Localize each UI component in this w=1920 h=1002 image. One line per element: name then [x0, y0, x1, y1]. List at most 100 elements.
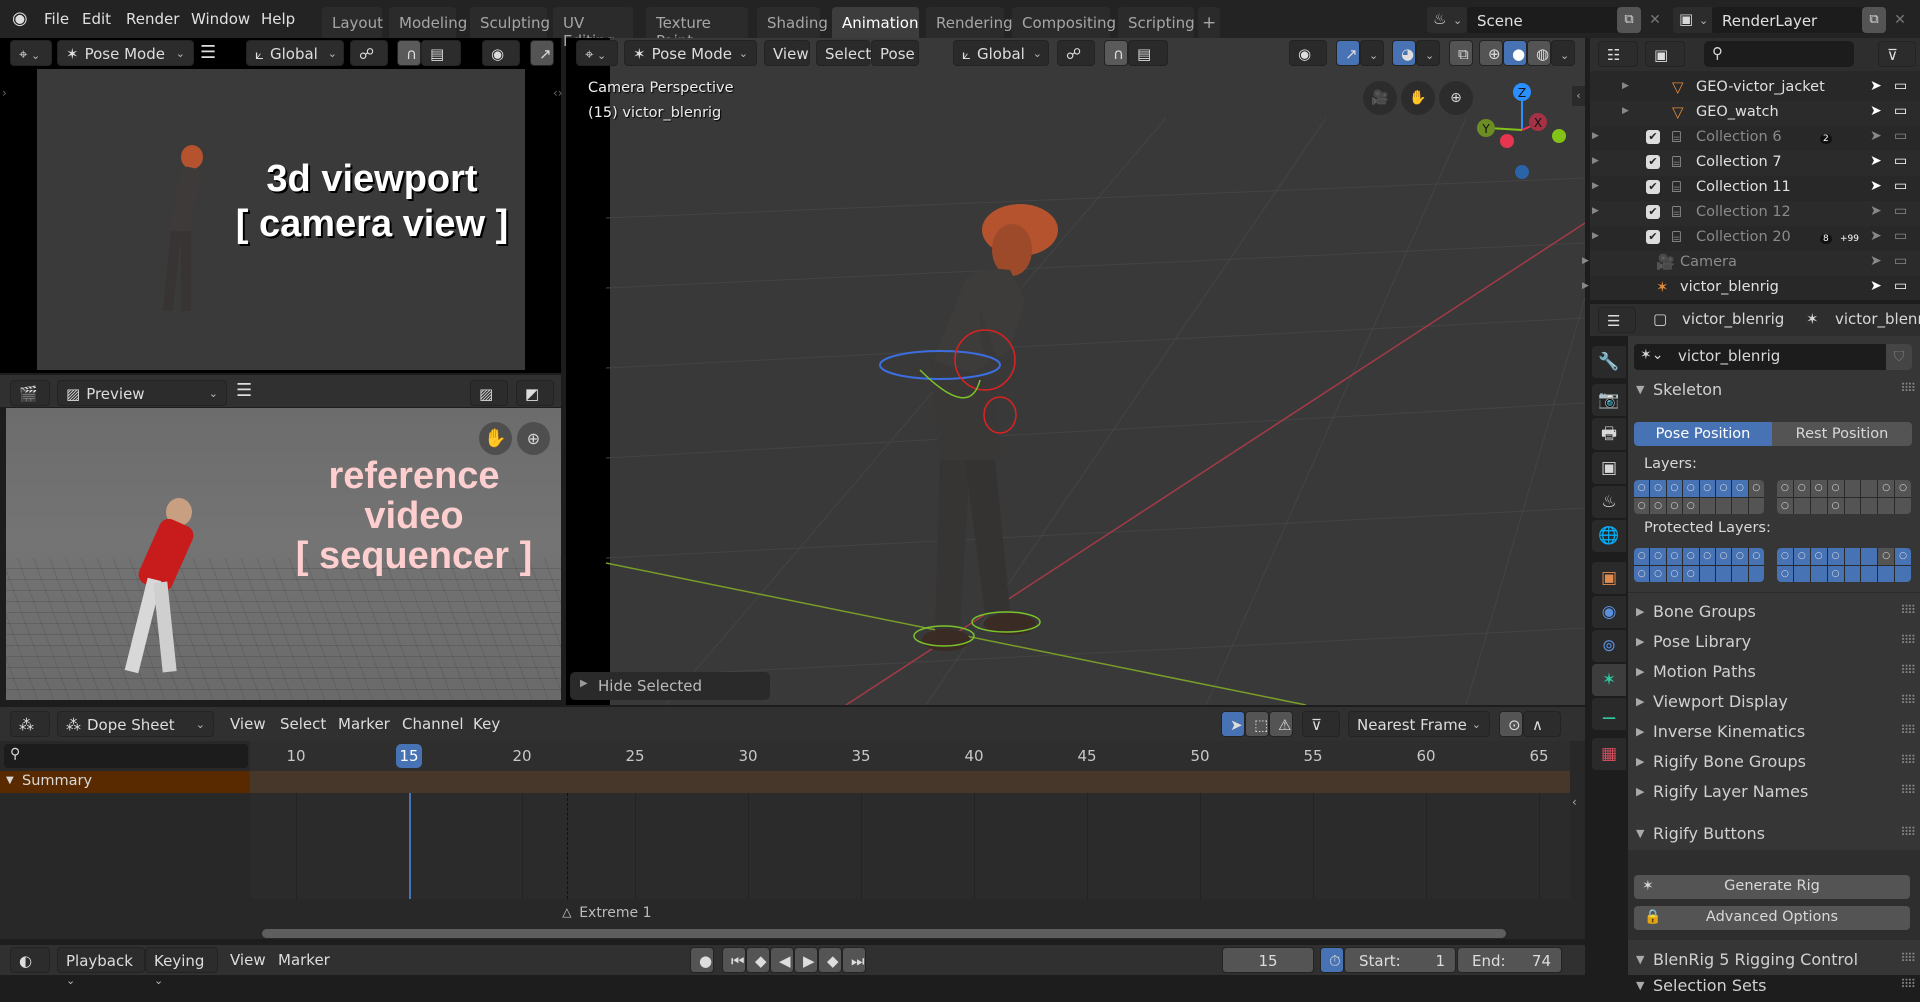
layer-toggle[interactable]: ○: [1650, 565, 1666, 582]
bone-tab-icon[interactable]: ⚊: [1592, 698, 1626, 730]
layer-toggle[interactable]: ○: [1827, 565, 1844, 582]
expand-arrow-icon[interactable]: ▶: [1622, 106, 1629, 116]
expand-arrow-icon[interactable]: ▶: [1592, 181, 1599, 191]
only-errors-toggle[interactable]: ⚠: [1269, 711, 1293, 737]
layers-grid-left[interactable]: ○ ○ ○ ○ ○ ○ ○ ○ ○ ○ ○ ○: [1634, 480, 1764, 514]
orientation-dropdown[interactable]: ⟀ Global ⌄: [246, 40, 344, 66]
expand-arrow-icon[interactable]: ▶: [1592, 206, 1599, 216]
layer-toggle[interactable]: [1715, 565, 1732, 582]
menu-window[interactable]: Window: [191, 10, 250, 28]
snap-toggle[interactable]: ∩: [397, 40, 421, 66]
shading-wireframe[interactable]: ⊕: [1479, 40, 1503, 66]
next-keyframe-button[interactable]: ◆: [818, 947, 842, 973]
layer-toggle[interactable]: ○: [1683, 480, 1699, 497]
show-hidden-toggle[interactable]: ⬚: [1245, 711, 1269, 737]
layer-toggle[interactable]: ○: [1699, 548, 1715, 565]
breadcrumb-object[interactable]: victor_blenrig: [1682, 310, 1784, 328]
new-scene-icon[interactable]: ⧉: [1617, 7, 1641, 33]
layer-toggle[interactable]: [1793, 565, 1810, 582]
layer-toggle[interactable]: ○: [1666, 497, 1683, 514]
layer-toggle[interactable]: ○: [1650, 497, 1666, 514]
outliner-row[interactable]: ▶ ▽ GEO-victor_jacket ➤ ▭: [1590, 76, 1920, 101]
tab-scripting[interactable]: Scripting: [1118, 7, 1195, 38]
start-frame-field[interactable]: Start: 1: [1344, 947, 1456, 973]
menu-marker[interactable]: Marker: [330, 711, 398, 737]
layer-toggle[interactable]: ○: [1699, 480, 1715, 497]
layer-toggle[interactable]: ○: [1683, 497, 1699, 514]
mode-dropdown[interactable]: ✶ Pose Mode ⌄: [57, 40, 194, 66]
menu-select[interactable]: Select: [816, 40, 871, 66]
orientation-dropdown[interactable]: ⟀ Global ⌄: [953, 40, 1049, 66]
panel-header[interactable]: ▶ Bone Groups ⠿⠿: [1628, 598, 1920, 628]
toolbar-expand-icon[interactable]: ›: [2, 86, 7, 100]
display-mode-dropdown[interactable]: ▣: [1645, 41, 1685, 67]
layer-toggle[interactable]: [1861, 565, 1878, 582]
playback-dropdown[interactable]: Playback ⌄: [57, 947, 145, 987]
layer-toggle[interactable]: [1732, 497, 1748, 514]
shading-solid[interactable]: ●: [1503, 40, 1527, 66]
layer-toggle[interactable]: [1895, 497, 1911, 514]
keyframe-area[interactable]: [250, 793, 1570, 899]
pivot-dropdown[interactable]: ☍: [1057, 40, 1095, 66]
render-tab-icon[interactable]: 📷: [1592, 384, 1626, 416]
snap-toggle[interactable]: ∩: [1104, 40, 1128, 66]
jump-end-button[interactable]: ⏭: [842, 947, 866, 973]
gizmo-toggle[interactable]: ↗: [1336, 40, 1360, 66]
select-arrow-icon[interactable]: ➤: [1870, 103, 1882, 119]
breadcrumb-data[interactable]: victor_blenrig: [1835, 310, 1920, 328]
scene-name-field[interactable]: Scene: [1467, 7, 1625, 33]
keying-dropdown[interactable]: Keying ⌄: [145, 947, 218, 987]
blender-logo-icon[interactable]: ◉: [12, 9, 32, 29]
tab-texture-paint[interactable]: Texture Paint: [646, 7, 748, 50]
layer-toggle[interactable]: ○: [1895, 548, 1911, 565]
proportional-edit-toggle[interactable]: ⊙: [1499, 711, 1523, 737]
view-layer-name-field[interactable]: RenderLayer: [1712, 7, 1872, 33]
xray-toggle[interactable]: ⧉: [1449, 40, 1473, 66]
layer-toggle[interactable]: [1810, 565, 1827, 582]
layer-toggle[interactable]: ○: [1634, 497, 1650, 514]
menu-view[interactable]: View: [222, 947, 274, 973]
play-reverse-button[interactable]: ◀: [770, 947, 794, 973]
sidebar-expand-icon[interactable]: ‹: [1572, 795, 1577, 809]
filter-dropdown[interactable]: ⊽: [1878, 41, 1916, 67]
layer-toggle[interactable]: [1810, 497, 1827, 514]
layer-toggle[interactable]: [1861, 480, 1878, 497]
layer-toggle[interactable]: [1844, 480, 1861, 497]
checkbox-icon[interactable]: ✔: [1646, 205, 1660, 219]
outliner-row[interactable]: ▶ 🎥 Camera ➤ ▭: [1582, 251, 1920, 276]
render-monitor-icon[interactable]: ▭: [1894, 103, 1907, 119]
proportional-falloff-dropdown[interactable]: ∧: [1523, 711, 1561, 737]
select-arrow-icon[interactable]: ➤: [1870, 128, 1882, 144]
layer-toggle[interactable]: [1844, 548, 1861, 565]
select-arrow-icon[interactable]: ➤: [1870, 253, 1882, 269]
layer-toggle[interactable]: ○: [1748, 480, 1764, 497]
layer-toggle[interactable]: ○: [1777, 565, 1793, 582]
prev-keyframe-button[interactable]: ◆: [746, 947, 770, 973]
render-monitor-icon[interactable]: ▭: [1894, 178, 1907, 194]
outliner-row[interactable]: ▶ ▽ GEO_watch ➤ ▭: [1590, 101, 1920, 126]
render-monitor-icon[interactable]: ▭: [1894, 278, 1907, 294]
menu-help[interactable]: Help: [261, 10, 295, 28]
layer-toggle[interactable]: ○: [1634, 480, 1650, 497]
expand-arrow-icon[interactable]: ▶: [1592, 156, 1599, 166]
layer-toggle[interactable]: ○: [1666, 565, 1683, 582]
layer-toggle[interactable]: ○: [1878, 480, 1895, 497]
scene-tab-icon[interactable]: ♨: [1592, 486, 1626, 518]
panel-header[interactable]: ▶ Rigify Bone Groups ⠿⠿: [1628, 748, 1920, 778]
output-tab-icon[interactable]: 🖶: [1592, 418, 1626, 450]
layer-toggle[interactable]: [1699, 497, 1715, 514]
layer-toggle[interactable]: [1895, 565, 1911, 582]
shading-dropdown[interactable]: ⌄: [1551, 40, 1575, 66]
hamburger-menu-icon[interactable]: ☰: [236, 380, 252, 401]
menu-marker[interactable]: Marker: [270, 947, 338, 973]
layer-toggle[interactable]: [1699, 565, 1715, 582]
sidebar-expand-icon[interactable]: ‹: [1572, 86, 1585, 106]
camera-view-icon[interactable]: 🎥: [1363, 81, 1397, 115]
view-layer-selector-button[interactable]: ▣ ⌄: [1673, 7, 1713, 33]
editor-type-button[interactable]: ☷: [1598, 41, 1638, 67]
sequencer-preview[interactable]: 🎬 ▨ Preview ⌄ ☰ ▨ ◩ reference video [ sequ…: [0, 375, 561, 705]
marker-triangle-icon[interactable]: △: [562, 905, 571, 919]
drag-grip-icon[interactable]: ⠿⠿: [1900, 633, 1916, 647]
horizontal-scrollbar[interactable]: [262, 929, 1506, 938]
tab-modeling[interactable]: Modeling: [389, 7, 467, 38]
